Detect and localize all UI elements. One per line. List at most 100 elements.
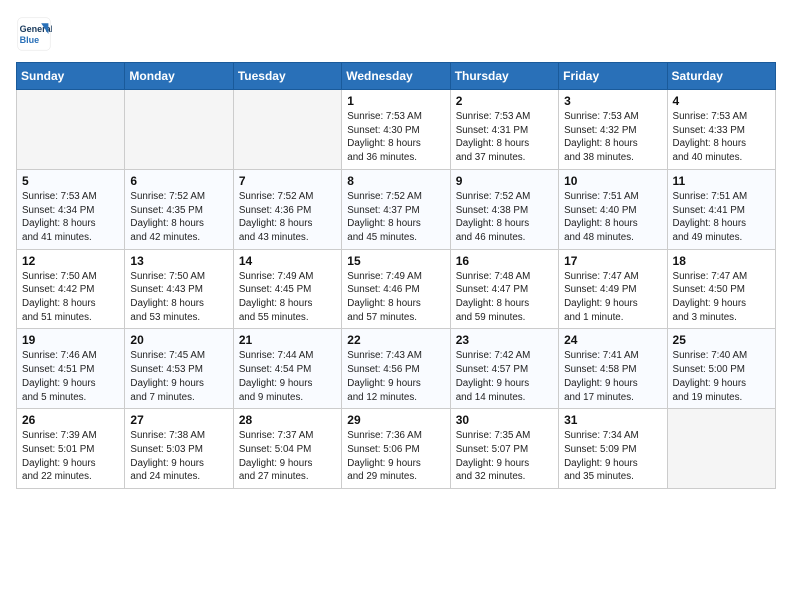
calendar-cell: 13 Sunrise: 7:50 AM Sunset: 4:43 PM Dayli… xyxy=(125,249,233,329)
day-info: Sunrise: 7:50 AM Sunset: 4:42 PM Dayligh… xyxy=(22,270,119,325)
logo: General Blue xyxy=(16,16,52,52)
logo-icon: General Blue xyxy=(16,16,52,52)
day-info: Sunrise: 7:40 AM Sunset: 5:00 PM Dayligh… xyxy=(673,349,770,404)
day-number: 19 xyxy=(22,333,119,347)
day-number: 22 xyxy=(347,333,444,347)
day-info: Sunrise: 7:37 AM Sunset: 5:04 PM Dayligh… xyxy=(239,429,336,484)
calendar-cell: 16 Sunrise: 7:48 AM Sunset: 4:47 PM Dayli… xyxy=(450,249,558,329)
day-info: Sunrise: 7:49 AM Sunset: 4:45 PM Dayligh… xyxy=(239,270,336,325)
calendar-table: SundayMondayTuesdayWednesdayThursdayFrid… xyxy=(16,62,776,489)
calendar-cell: 30 Sunrise: 7:35 AM Sunset: 5:07 PM Dayli… xyxy=(450,409,558,489)
svg-text:Blue: Blue xyxy=(20,35,40,45)
day-number: 13 xyxy=(130,254,227,268)
day-number: 11 xyxy=(673,174,770,188)
weekday-header-tuesday: Tuesday xyxy=(233,63,341,90)
calendar-cell: 6 Sunrise: 7:52 AM Sunset: 4:35 PM Daylig… xyxy=(125,169,233,249)
day-info: Sunrise: 7:47 AM Sunset: 4:49 PM Dayligh… xyxy=(564,270,661,325)
day-number: 20 xyxy=(130,333,227,347)
calendar-cell: 28Sunrise: 7:37 AM Sunset: 5:04 PM Dayli… xyxy=(233,409,341,489)
calendar-cell: 22Sunrise: 7:43 AM Sunset: 4:56 PM Dayli… xyxy=(342,329,450,409)
calendar-cell: 20 Sunrise: 7:45 AM Sunset: 4:53 PM Dayli… xyxy=(125,329,233,409)
calendar-cell: 19 Sunrise: 7:46 AM Sunset: 4:51 PM Dayli… xyxy=(17,329,125,409)
day-info: Sunrise: 7:39 AM Sunset: 5:01 PM Dayligh… xyxy=(22,429,119,484)
day-info: Sunrise: 7:52 AM Sunset: 4:38 PM Dayligh… xyxy=(456,190,553,245)
calendar-cell: 14Sunrise: 7:49 AM Sunset: 4:45 PM Dayli… xyxy=(233,249,341,329)
day-number: 25 xyxy=(673,333,770,347)
day-number: 27 xyxy=(130,413,227,427)
calendar-cell xyxy=(17,90,125,170)
weekday-header-thursday: Thursday xyxy=(450,63,558,90)
day-number: 31 xyxy=(564,413,661,427)
day-info: Sunrise: 7:51 AM Sunset: 4:41 PM Dayligh… xyxy=(673,190,770,245)
calendar-week-4: 19 Sunrise: 7:46 AM Sunset: 4:51 PM Dayli… xyxy=(17,329,776,409)
day-number: 3 xyxy=(564,94,661,108)
calendar-cell: 29 Sunrise: 7:36 AM Sunset: 5:06 PM Dayli… xyxy=(342,409,450,489)
day-number: 12 xyxy=(22,254,119,268)
calendar-cell: 26 Sunrise: 7:39 AM Sunset: 5:01 PM Dayli… xyxy=(17,409,125,489)
calendar-cell: 8Sunrise: 7:52 AM Sunset: 4:37 PM Daylig… xyxy=(342,169,450,249)
day-info: Sunrise: 7:44 AM Sunset: 4:54 PM Dayligh… xyxy=(239,349,336,404)
day-number: 21 xyxy=(239,333,336,347)
calendar-week-3: 12 Sunrise: 7:50 AM Sunset: 4:42 PM Dayli… xyxy=(17,249,776,329)
day-number: 10 xyxy=(564,174,661,188)
day-number: 4 xyxy=(673,94,770,108)
day-info: Sunrise: 7:53 AM Sunset: 4:30 PM Dayligh… xyxy=(347,110,444,165)
calendar-cell: 5Sunrise: 7:53 AM Sunset: 4:34 PM Daylig… xyxy=(17,169,125,249)
day-info: Sunrise: 7:49 AM Sunset: 4:46 PM Dayligh… xyxy=(347,270,444,325)
calendar-cell: 31 Sunrise: 7:34 AM Sunset: 5:09 PM Dayli… xyxy=(559,409,667,489)
day-number: 7 xyxy=(239,174,336,188)
weekday-header-friday: Friday xyxy=(559,63,667,90)
calendar-week-1: 1Sunrise: 7:53 AM Sunset: 4:30 PM Daylig… xyxy=(17,90,776,170)
calendar-week-2: 5Sunrise: 7:53 AM Sunset: 4:34 PM Daylig… xyxy=(17,169,776,249)
calendar-cell xyxy=(233,90,341,170)
weekday-header-wednesday: Wednesday xyxy=(342,63,450,90)
day-info: Sunrise: 7:53 AM Sunset: 4:34 PM Dayligh… xyxy=(22,190,119,245)
day-info: Sunrise: 7:46 AM Sunset: 4:51 PM Dayligh… xyxy=(22,349,119,404)
calendar-cell: 24 Sunrise: 7:41 AM Sunset: 4:58 PM Dayli… xyxy=(559,329,667,409)
weekday-header-monday: Monday xyxy=(125,63,233,90)
day-info: Sunrise: 7:48 AM Sunset: 4:47 PM Dayligh… xyxy=(456,270,553,325)
calendar-cell: 11 Sunrise: 7:51 AM Sunset: 4:41 PM Dayli… xyxy=(667,169,775,249)
calendar-cell: 23 Sunrise: 7:42 AM Sunset: 4:57 PM Dayli… xyxy=(450,329,558,409)
day-number: 26 xyxy=(22,413,119,427)
calendar-cell: 9 Sunrise: 7:52 AM Sunset: 4:38 PM Daylig… xyxy=(450,169,558,249)
day-info: Sunrise: 7:41 AM Sunset: 4:58 PM Dayligh… xyxy=(564,349,661,404)
page-header: General Blue xyxy=(16,16,776,52)
day-info: Sunrise: 7:42 AM Sunset: 4:57 PM Dayligh… xyxy=(456,349,553,404)
day-info: Sunrise: 7:53 AM Sunset: 4:33 PM Dayligh… xyxy=(673,110,770,165)
day-number: 24 xyxy=(564,333,661,347)
calendar-week-5: 26 Sunrise: 7:39 AM Sunset: 5:01 PM Dayli… xyxy=(17,409,776,489)
calendar-cell xyxy=(667,409,775,489)
day-info: Sunrise: 7:50 AM Sunset: 4:43 PM Dayligh… xyxy=(130,270,227,325)
day-number: 23 xyxy=(456,333,553,347)
day-info: Sunrise: 7:36 AM Sunset: 5:06 PM Dayligh… xyxy=(347,429,444,484)
calendar-cell: 1Sunrise: 7:53 AM Sunset: 4:30 PM Daylig… xyxy=(342,90,450,170)
day-number: 30 xyxy=(456,413,553,427)
calendar-cell: 4 Sunrise: 7:53 AM Sunset: 4:33 PM Daylig… xyxy=(667,90,775,170)
day-number: 15 xyxy=(347,254,444,268)
day-info: Sunrise: 7:45 AM Sunset: 4:53 PM Dayligh… xyxy=(130,349,227,404)
day-number: 16 xyxy=(456,254,553,268)
calendar-cell: 18 Sunrise: 7:47 AM Sunset: 4:50 PM Dayli… xyxy=(667,249,775,329)
day-number: 2 xyxy=(456,94,553,108)
day-info: Sunrise: 7:38 AM Sunset: 5:03 PM Dayligh… xyxy=(130,429,227,484)
day-info: Sunrise: 7:52 AM Sunset: 4:35 PM Dayligh… xyxy=(130,190,227,245)
calendar-cell xyxy=(125,90,233,170)
day-number: 17 xyxy=(564,254,661,268)
day-info: Sunrise: 7:35 AM Sunset: 5:07 PM Dayligh… xyxy=(456,429,553,484)
calendar-cell: 25 Sunrise: 7:40 AM Sunset: 5:00 PM Dayli… xyxy=(667,329,775,409)
calendar-cell: 10 Sunrise: 7:51 AM Sunset: 4:40 PM Dayli… xyxy=(559,169,667,249)
calendar-cell: 17 Sunrise: 7:47 AM Sunset: 4:49 PM Dayli… xyxy=(559,249,667,329)
calendar-cell: 12 Sunrise: 7:50 AM Sunset: 4:42 PM Dayli… xyxy=(17,249,125,329)
day-info: Sunrise: 7:51 AM Sunset: 4:40 PM Dayligh… xyxy=(564,190,661,245)
day-number: 6 xyxy=(130,174,227,188)
day-number: 8 xyxy=(347,174,444,188)
day-info: Sunrise: 7:53 AM Sunset: 4:31 PM Dayligh… xyxy=(456,110,553,165)
calendar-cell: 21 Sunrise: 7:44 AM Sunset: 4:54 PM Dayli… xyxy=(233,329,341,409)
calendar-cell: 15 Sunrise: 7:49 AM Sunset: 4:46 PM Dayli… xyxy=(342,249,450,329)
day-number: 29 xyxy=(347,413,444,427)
day-info: Sunrise: 7:34 AM Sunset: 5:09 PM Dayligh… xyxy=(564,429,661,484)
day-info: Sunrise: 7:47 AM Sunset: 4:50 PM Dayligh… xyxy=(673,270,770,325)
day-number: 18 xyxy=(673,254,770,268)
day-number: 9 xyxy=(456,174,553,188)
